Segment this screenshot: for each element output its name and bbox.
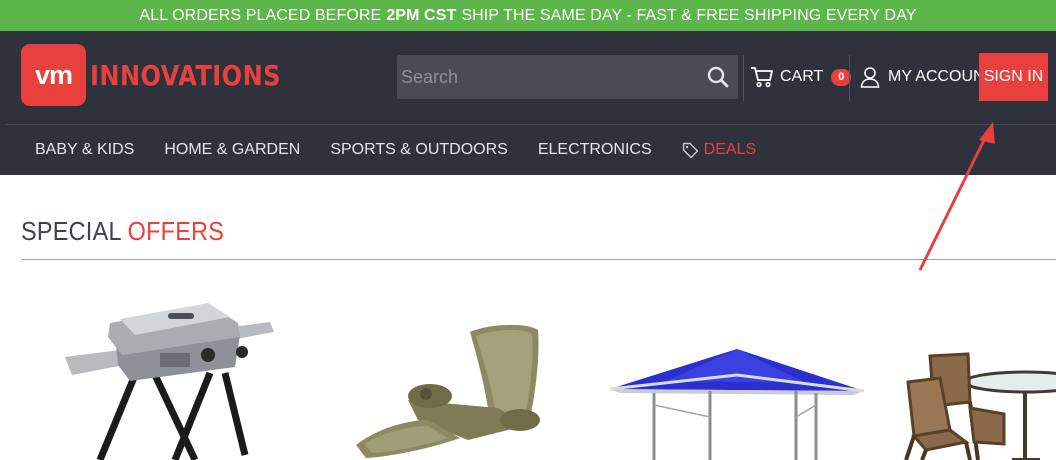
canopy-tent-product[interactable] (606, 345, 868, 460)
nav-item-home-garden[interactable]: HOME & GARDEN (164, 141, 300, 159)
section-title-part2: OFFERS (127, 216, 225, 246)
nav-item-sports-outdoors[interactable]: SPORTS & OUTDOORS (330, 141, 508, 159)
main-nav: BABY & KIDS HOME & GARDEN SPORTS & OUTDO… (0, 125, 786, 175)
header-separator (743, 55, 744, 101)
logo-wordmark: INNOVATIONS (90, 58, 281, 92)
portable-grill-image (65, 303, 274, 460)
header-top-row: vm INNOVATIONS CART 0 (0, 31, 1056, 124)
logo-mark: vm (21, 44, 86, 106)
section-title-part1: SPECIAL (21, 216, 121, 246)
patio-dining-set-image (904, 352, 1056, 460)
nav-deals-label: DEALS (703, 141, 757, 158)
promo-text-after: SHIP THE SAME DAY - FAST & FREE SHIPPING… (461, 6, 917, 24)
cart-label: CART (780, 68, 824, 85)
magnifier-icon[interactable] (698, 55, 738, 99)
search-box (397, 55, 738, 99)
cart-link[interactable]: CART 0 (750, 55, 852, 99)
shopping-cart-icon (750, 66, 774, 88)
price-tag-icon (682, 142, 699, 159)
promo-text-bold: 2PM CST (386, 6, 457, 24)
user-icon (860, 66, 880, 88)
header-separator (849, 55, 850, 101)
patio-dining-set-product[interactable] (900, 352, 1056, 460)
site-logo[interactable]: vm INNOVATIONS (21, 44, 312, 106)
section-divider (21, 259, 1056, 260)
portable-grill-product[interactable] (60, 295, 280, 460)
search-input[interactable] (397, 55, 698, 99)
promo-text-before: ALL ORDERS PLACED BEFORE (139, 6, 382, 24)
my-account-link[interactable]: MY ACCOUNT (860, 55, 994, 99)
site-header: vm INNOVATIONS CART 0 (0, 31, 1056, 175)
nav-item-electronics[interactable]: ELECTRONICS (538, 141, 652, 159)
promo-banner: ALL ORDERS PLACED BEFORE 2PM CST SHIP TH… (0, 0, 1056, 31)
canopy-tent-image (609, 349, 865, 460)
nav-item-deals[interactable]: DEALS (682, 141, 756, 159)
pool-lounger-product[interactable] (348, 320, 548, 460)
nav-item-baby-kids[interactable]: BABY & KIDS (35, 141, 134, 159)
section-title: SPECIAL OFFERS (21, 216, 224, 247)
sign-in-button[interactable]: SIGN IN (979, 53, 1048, 101)
pool-lounger-image (356, 324, 540, 458)
